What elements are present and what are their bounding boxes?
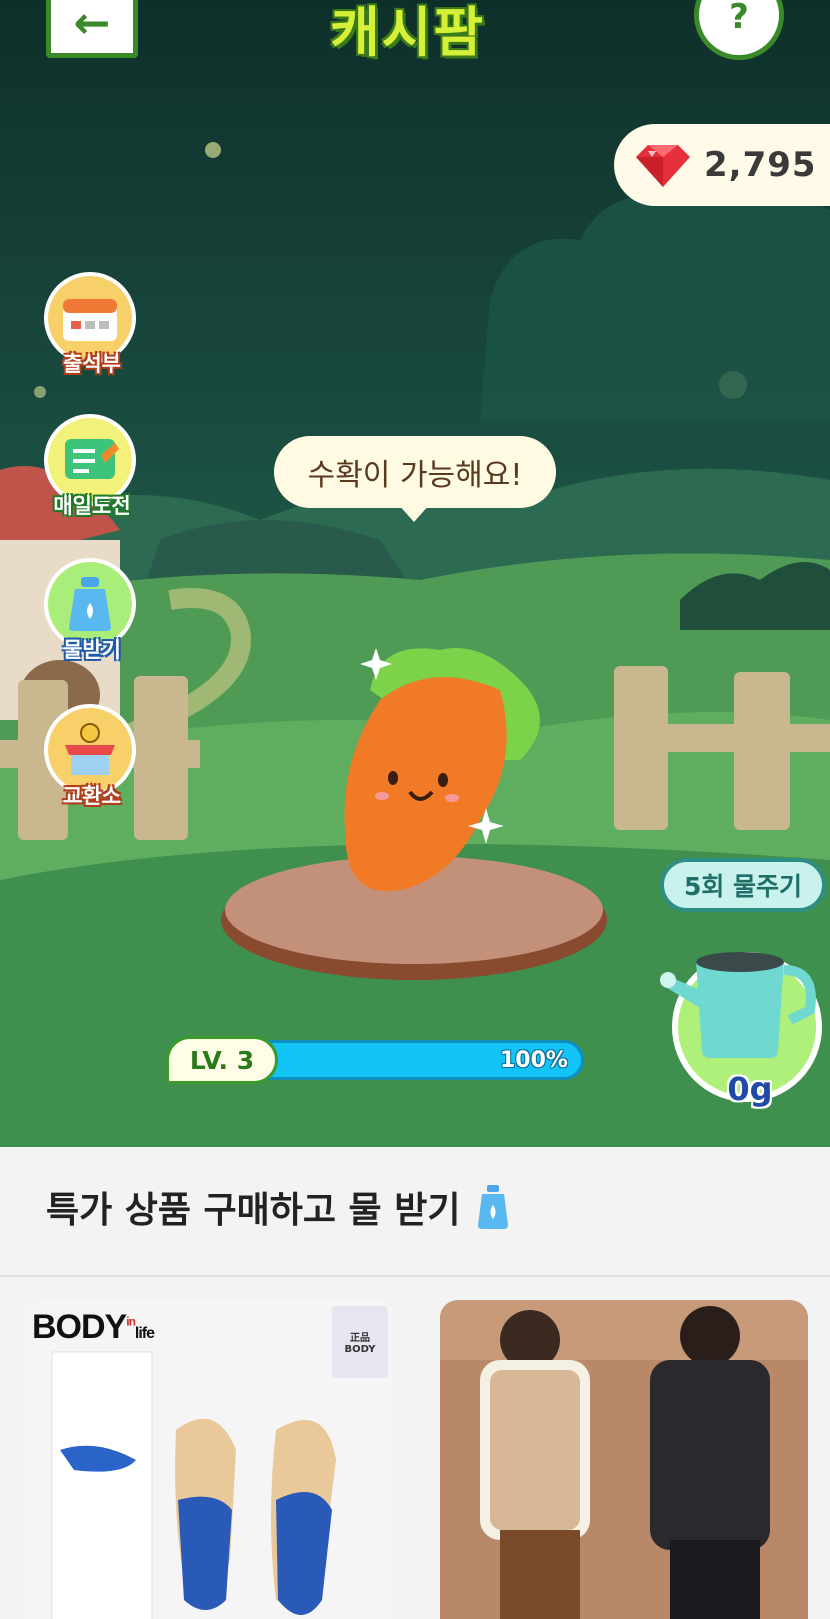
harvest-speech-bubble: 수확이 가능해요! xyxy=(274,436,556,508)
section-title-text: 특가 상품 구매하고 물 받기 xyxy=(46,1190,461,1231)
app-logo: 캐시팜 xyxy=(330,1,486,64)
level-label: LV. 3 xyxy=(166,1036,278,1084)
special-products-section: 특가 상품 구매하고 물 받기 BODYinlife 正品 BODY xyxy=(0,1147,830,1619)
product-card[interactable]: BODYinlife 正品 BODY xyxy=(26,1300,394,1619)
ruby-gem-icon xyxy=(636,145,690,187)
level-progress-text: 100% xyxy=(500,1048,568,1073)
water-amount: 0g xyxy=(727,1070,773,1108)
product-card[interactable] xyxy=(440,1300,808,1619)
question-icon: ? xyxy=(729,0,749,37)
water-bottle-icon xyxy=(478,1185,509,1229)
checklist-icon xyxy=(65,439,119,479)
section-divider xyxy=(0,1275,830,1277)
side-menu-exchange[interactable]: 교환소 xyxy=(44,704,140,814)
side-menu-label: 매일도전 xyxy=(53,494,131,518)
product-image-vests xyxy=(440,1300,808,1619)
gem-balance: 2,795 xyxy=(614,124,830,206)
side-menu-get-water[interactable]: 물받기 xyxy=(44,558,140,668)
shop-icon xyxy=(65,723,115,775)
side-menu-label: 출석부 xyxy=(63,352,121,376)
water-bottle-icon xyxy=(69,577,111,631)
watering-can-icon xyxy=(660,952,816,1058)
side-menu-label: 교환소 xyxy=(63,784,121,808)
farm-game-area: ← 캐시팜 ? 2,795 출석부 매일도전 물받기 교환소 수확이 가능해요!… xyxy=(0,0,830,1147)
section-title: 특가 상품 구매하고 물 받기 xyxy=(46,1181,510,1233)
speech-bubble-tail xyxy=(398,504,430,522)
side-menu-label: 물받기 xyxy=(63,638,121,662)
product-brand: BODYinlife xyxy=(32,1308,155,1346)
side-menu-attendance[interactable]: 출석부 xyxy=(44,272,140,382)
calendar-icon xyxy=(63,299,117,341)
side-menu-daily-challenge[interactable]: 매일도전 xyxy=(44,414,140,524)
gem-count: 2,795 xyxy=(704,145,817,185)
back-button[interactable]: ← xyxy=(46,0,138,58)
arrow-left-icon: ← xyxy=(73,0,111,49)
water-count-badge: 5회 물주기 xyxy=(660,858,826,912)
authentic-badge: 正品 BODY xyxy=(332,1306,388,1378)
